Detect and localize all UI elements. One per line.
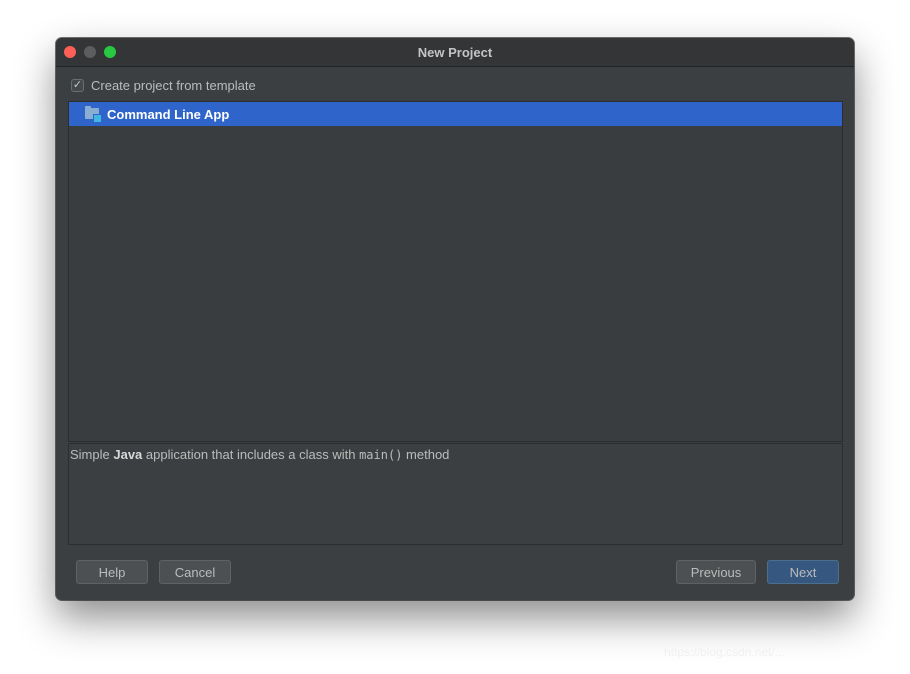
template-description-panel: Simple Java application that includes a … [68,443,843,545]
title-bar: New Project [56,38,854,67]
template-item-label: Command Line App [107,106,230,122]
folder-module-icon [85,106,102,123]
description-suffix: method [402,447,450,462]
description-code: main() [359,448,403,462]
template-item-command-line-app[interactable]: Command Line App [69,102,842,126]
create-from-template-option[interactable]: ✓ Create project from template [71,77,256,93]
cancel-button[interactable]: Cancel [159,560,231,584]
description-middle: application that includes a class with [142,447,360,462]
watermark: https://blog.csdn.net/... [664,645,785,659]
window-title: New Project [417,45,493,60]
template-list[interactable]: Command Line App [68,101,843,442]
create-from-template-label[interactable]: Create project from template [91,78,256,93]
template-description: Simple Java application that includes a … [70,447,449,462]
new-project-dialog: New Project ✓ Create project from templa… [56,38,854,600]
next-button[interactable]: Next [767,560,839,584]
previous-button[interactable]: Previous [676,560,756,584]
description-language: Java [113,447,143,462]
help-button[interactable]: Help [76,560,148,584]
description-prefix: Simple [70,447,114,462]
create-from-template-checkbox[interactable]: ✓ [71,78,84,92]
